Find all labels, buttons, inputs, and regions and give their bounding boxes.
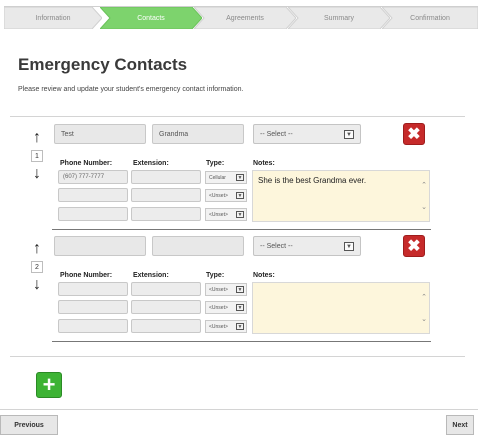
previous-button[interactable]: Previous — [0, 415, 58, 435]
type-label: Type: — [206, 272, 225, 279]
phone-number-field[interactable] — [58, 188, 128, 202]
phone-number-field[interactable] — [58, 282, 128, 296]
contact-divider — [52, 341, 431, 342]
phone-number-field[interactable] — [58, 319, 128, 333]
step-information[interactable]: Information — [4, 7, 102, 29]
step-label: Information — [35, 14, 71, 22]
phone-type-select[interactable]: <Unset> ▼ — [205, 301, 247, 314]
extension-field[interactable] — [131, 300, 201, 314]
contact-index: 2 — [31, 261, 43, 273]
phone-type-select[interactable]: Cellular ▼ — [205, 171, 247, 184]
arrow-down-icon[interactable]: ↓ — [30, 277, 44, 293]
next-button[interactable]: Next — [446, 415, 474, 435]
step-label: Summary — [324, 14, 354, 22]
arrow-down-icon[interactable]: ↓ — [30, 166, 44, 182]
step-label: Agreements — [226, 14, 264, 22]
first-name-field[interactable]: Test — [54, 124, 146, 144]
page-subtitle: Please review and update your student's … — [18, 86, 244, 93]
chevron-down-icon: ▼ — [236, 211, 244, 218]
phone-type-value: <Unset> — [209, 286, 228, 293]
phone-type-value: <Unset> — [209, 304, 228, 311]
notes-label: Notes: — [253, 160, 275, 167]
extension-field[interactable] — [131, 188, 201, 202]
step-confirmation[interactable]: Confirmation — [382, 7, 478, 29]
chevron-down-icon: ▼ — [344, 242, 354, 251]
delete-contact-button[interactable]: ✖ — [403, 235, 425, 257]
phone-type-value: Cellular — [209, 174, 226, 181]
last-name-field[interactable]: Grandma — [152, 124, 244, 144]
close-icon: ✖ — [407, 238, 421, 255]
chevron-down-icon: ▼ — [236, 304, 244, 311]
notes-label: Notes: — [253, 272, 275, 279]
step-label: Contacts — [137, 14, 165, 22]
add-contact-button[interactable]: + — [36, 372, 62, 398]
phone-type-select[interactable]: <Unset> ▼ — [205, 208, 247, 221]
notes-value: She is the best Grandma ever. — [258, 176, 367, 185]
divider — [10, 356, 465, 357]
extension-label: Extension: — [133, 160, 169, 167]
contact-index: 1 — [31, 150, 43, 162]
chevron-down-icon: ▼ — [236, 286, 244, 293]
arrow-up-icon[interactable]: ↑ — [30, 241, 44, 257]
phone-type-value: <Unset> — [209, 323, 228, 330]
scroll-up-icon[interactable]: ⌃ — [421, 181, 427, 189]
extension-field[interactable] — [131, 282, 201, 296]
arrow-up-icon[interactable]: ↑ — [30, 130, 44, 146]
phone-number-field[interactable] — [58, 207, 128, 221]
scroll-up-icon[interactable]: ⌃ — [421, 293, 427, 301]
last-name-field[interactable] — [152, 236, 244, 256]
phone-number-field[interactable]: (607) 777-7777 — [58, 170, 128, 184]
step-agreements[interactable]: Agreements — [194, 7, 296, 29]
chevron-down-icon: ▼ — [344, 130, 354, 139]
chevron-down-icon: ▼ — [236, 323, 244, 330]
extension-label: Extension: — [133, 272, 169, 279]
phone-type-select[interactable]: <Unset> ▼ — [205, 320, 247, 333]
chevron-down-icon: ▼ — [236, 192, 244, 199]
phone-label: Phone Number: — [60, 272, 113, 279]
extension-field[interactable] — [131, 170, 201, 184]
first-name-field[interactable] — [54, 236, 146, 256]
divider — [0, 409, 478, 410]
phone-type-select[interactable]: <Unset> ▼ — [205, 283, 247, 296]
close-icon: ✖ — [407, 126, 421, 143]
phone-number-field[interactable] — [58, 300, 128, 314]
wizard-steps: Information Contacts Agreements Summary … — [4, 6, 478, 29]
notes-textarea[interactable]: She is the best Grandma ever. ⌃ ⌄ — [252, 170, 430, 222]
relationship-value: -- Select -- — [260, 242, 293, 250]
divider — [10, 116, 465, 117]
scroll-down-icon[interactable]: ⌄ — [421, 315, 427, 323]
phone-label: Phone Number: — [60, 160, 113, 167]
relationship-select[interactable]: -- Select -- ▼ — [253, 236, 361, 256]
chevron-down-icon: ▼ — [236, 174, 244, 181]
page-title: Emergency Contacts — [18, 55, 188, 74]
extension-field[interactable] — [131, 319, 201, 333]
phone-type-value: <Unset> — [209, 211, 228, 218]
contact-divider — [52, 229, 431, 230]
step-contacts[interactable]: Contacts — [100, 7, 202, 29]
notes-textarea[interactable]: ⌃ ⌄ — [252, 282, 430, 334]
step-label: Confirmation — [410, 14, 450, 22]
relationship-value: -- Select -- — [260, 130, 293, 138]
relationship-select[interactable]: -- Select -- ▼ — [253, 124, 361, 144]
extension-field[interactable] — [131, 207, 201, 221]
scroll-down-icon[interactable]: ⌄ — [421, 203, 427, 211]
delete-contact-button[interactable]: ✖ — [403, 123, 425, 145]
phone-type-value: <Unset> — [209, 192, 228, 199]
type-label: Type: — [206, 160, 225, 167]
phone-type-select[interactable]: <Unset> ▼ — [205, 189, 247, 202]
plus-icon: + — [42, 372, 56, 397]
step-summary[interactable]: Summary — [288, 7, 390, 29]
